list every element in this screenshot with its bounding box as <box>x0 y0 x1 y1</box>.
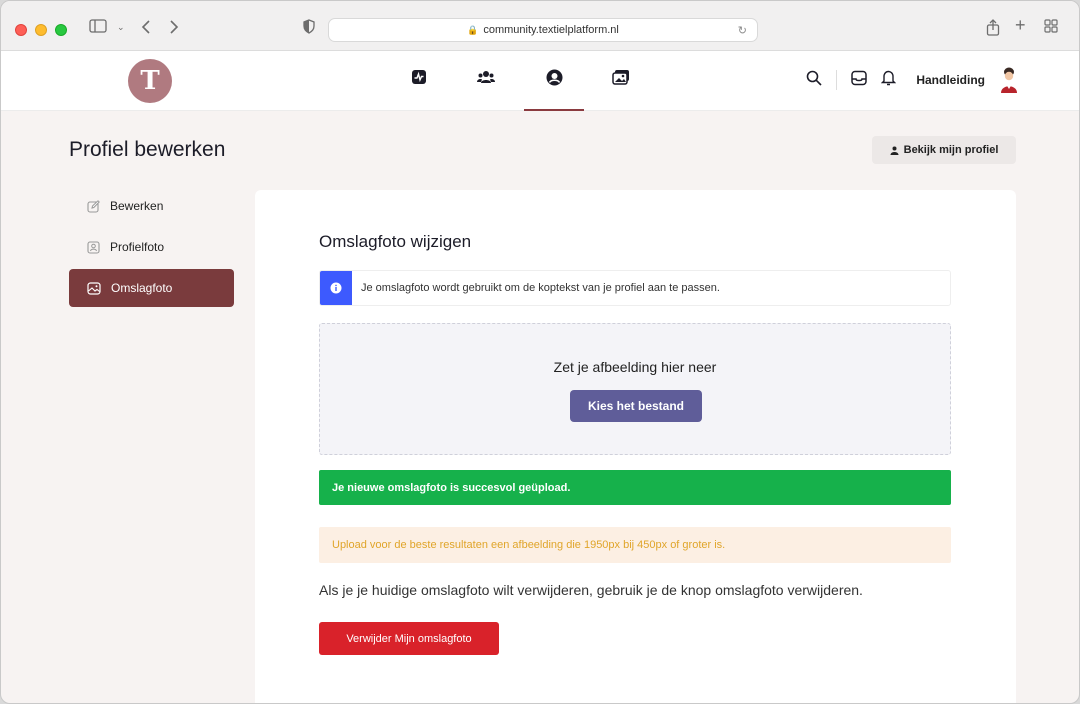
cover-photo-card: Omslagfoto wijzigen Je omslagfoto wordt … <box>255 190 1016 703</box>
browser-window: ⌄ 🔒 community.textielplatform.nl ↻ + T H… <box>0 0 1080 704</box>
inbox-icon[interactable] <box>851 70 868 91</box>
file-dropzone[interactable]: Zet je afbeelding hier neer Kies het bes… <box>319 323 951 455</box>
address-bar[interactable]: 🔒 community.textielplatform.nl ↻ <box>328 18 758 42</box>
browser-toolbar: ⌄ 🔒 community.textielplatform.nl ↻ + <box>1 1 1079 51</box>
remove-instructions: Als je je huidige omslagfoto wilt verwij… <box>319 582 863 598</box>
edit-icon <box>87 199 100 213</box>
sidebar-item-omslagfoto[interactable]: Omslagfoto <box>69 269 234 307</box>
logo-letter: T <box>140 66 160 96</box>
user-circle-icon <box>546 69 562 86</box>
dropzone-text: Zet je afbeelding hier neer <box>553 359 717 375</box>
sidebar-item-label: Bewerken <box>110 199 164 213</box>
user-icon <box>890 146 899 155</box>
sidebar-toggle-icon[interactable] <box>89 19 107 37</box>
privacy-shield-icon[interactable] <box>303 19 315 38</box>
header-actions: Handleiding <box>806 67 1019 93</box>
bell-icon[interactable] <box>881 70 897 91</box>
site-logo[interactable]: T <box>128 59 172 103</box>
view-profile-button[interactable]: Bekijk mijn profiel <box>872 136 1016 164</box>
share-icon[interactable] <box>986 19 1000 40</box>
nav-members[interactable] <box>456 63 516 111</box>
reload-icon[interactable]: ↻ <box>738 24 747 37</box>
avatar[interactable] <box>999 67 1019 93</box>
choose-file-button[interactable]: Kies het bestand <box>570 390 702 422</box>
info-notice: Je omslagfoto wordt gebruikt om de kopte… <box>319 270 951 306</box>
nav-media[interactable] <box>591 63 651 111</box>
chevron-down-icon[interactable]: ⌄ <box>117 19 125 35</box>
success-alert: Je nieuwe omslagfoto is succesvol geüplo… <box>319 470 951 505</box>
activity-icon <box>412 70 426 84</box>
search-icon[interactable] <box>806 70 822 91</box>
images-icon <box>612 70 629 85</box>
sidebar-item-label: Omslagfoto <box>111 281 173 295</box>
header-divider <box>836 70 838 90</box>
new-tab-icon[interactable]: + <box>1015 16 1026 34</box>
zoom-window-button[interactable] <box>55 24 67 36</box>
profile-photo-icon <box>87 240 100 254</box>
close-window-button[interactable] <box>15 24 27 36</box>
lock-icon: 🔒 <box>467 24 479 35</box>
nav-activity[interactable] <box>389 63 449 111</box>
url-text: community.textielplatform.nl <box>483 24 619 36</box>
sidebar-item-profielfoto[interactable]: Profielfoto <box>69 228 234 266</box>
view-profile-label: Bekijk mijn profiel <box>903 144 999 156</box>
sidebar-item-label: Profielfoto <box>110 240 165 254</box>
forward-arrow-icon[interactable] <box>169 19 179 39</box>
info-text: Je omslagfoto wordt gebruikt om de kopte… <box>361 282 720 294</box>
page-title: Profiel bewerken <box>69 138 226 161</box>
users-icon <box>477 71 495 83</box>
remove-cover-photo-button[interactable]: Verwijder Mijn omslagfoto <box>319 622 499 655</box>
profile-edit-menu: Bewerken Profielfoto Omslagfoto <box>69 187 234 310</box>
warning-alert: Upload voor de beste resultaten een afbe… <box>319 527 951 563</box>
section-title: Omslagfoto wijzigen <box>319 232 472 251</box>
back-arrow-icon[interactable] <box>141 19 151 39</box>
minimize-window-button[interactable] <box>35 24 47 36</box>
window-controls <box>15 24 67 36</box>
cover-photo-icon <box>87 281 101 295</box>
site-header: T Handleiding <box>1 51 1079 111</box>
user-name[interactable]: Handleiding <box>916 73 985 87</box>
info-icon <box>320 271 352 305</box>
nav-profile[interactable] <box>524 63 584 111</box>
sidebar-item-bewerken[interactable]: Bewerken <box>69 187 234 225</box>
tab-overview-icon[interactable] <box>1044 19 1058 37</box>
